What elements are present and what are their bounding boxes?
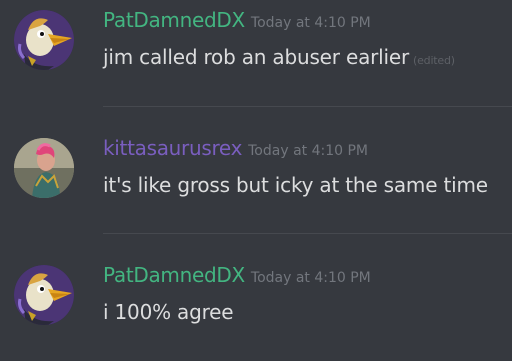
timestamp: Today at 4:10 PM	[250, 15, 371, 31]
cartoon-bird-avatar-icon	[14, 265, 74, 325]
message-header: kittasaurusrex Today at 4:10 PM	[103, 136, 368, 160]
user-avatar[interactable]	[14, 265, 74, 325]
chat-messages: PatDamnedDX Today at 4:10 PM jim called r…	[0, 0, 512, 354]
message-divider	[103, 233, 512, 234]
message-header: PatDamnedDX Today at 4:10 PM	[103, 263, 371, 287]
message-content: i 100% agree	[103, 300, 234, 324]
message-item: PatDamnedDX Today at 4:10 PM i 100% agree	[0, 255, 512, 361]
timestamp: Today at 4:10 PM	[248, 143, 368, 159]
message-header: PatDamnedDX Today at 4:10 PM	[103, 8, 371, 32]
timestamp: Today at 4:10 PM	[250, 270, 371, 286]
message-text: it's like gross but icky at the same tim…	[103, 173, 488, 197]
message-content: jim called rob an abuser earlier (edited)	[103, 45, 455, 69]
username[interactable]: PatDamnedDX	[103, 263, 245, 287]
message-text: jim called rob an abuser earlier	[103, 45, 409, 69]
message-text: i 100% agree	[103, 300, 234, 324]
username[interactable]: kittasaurusrex	[103, 136, 242, 160]
user-avatar[interactable]	[14, 138, 74, 198]
message-item: PatDamnedDX Today at 4:10 PM jim called r…	[0, 0, 512, 106]
photo-avatar-icon	[14, 138, 74, 198]
cartoon-bird-avatar-icon	[14, 10, 74, 70]
username[interactable]: PatDamnedDX	[103, 8, 245, 32]
edited-label: (edited)	[413, 54, 455, 67]
message-content: it's like gross but icky at the same tim…	[103, 173, 488, 197]
user-avatar[interactable]	[14, 10, 74, 70]
message-item: kittasaurusrex Today at 4:10 PM it's like…	[0, 128, 512, 234]
message-divider	[103, 106, 512, 107]
